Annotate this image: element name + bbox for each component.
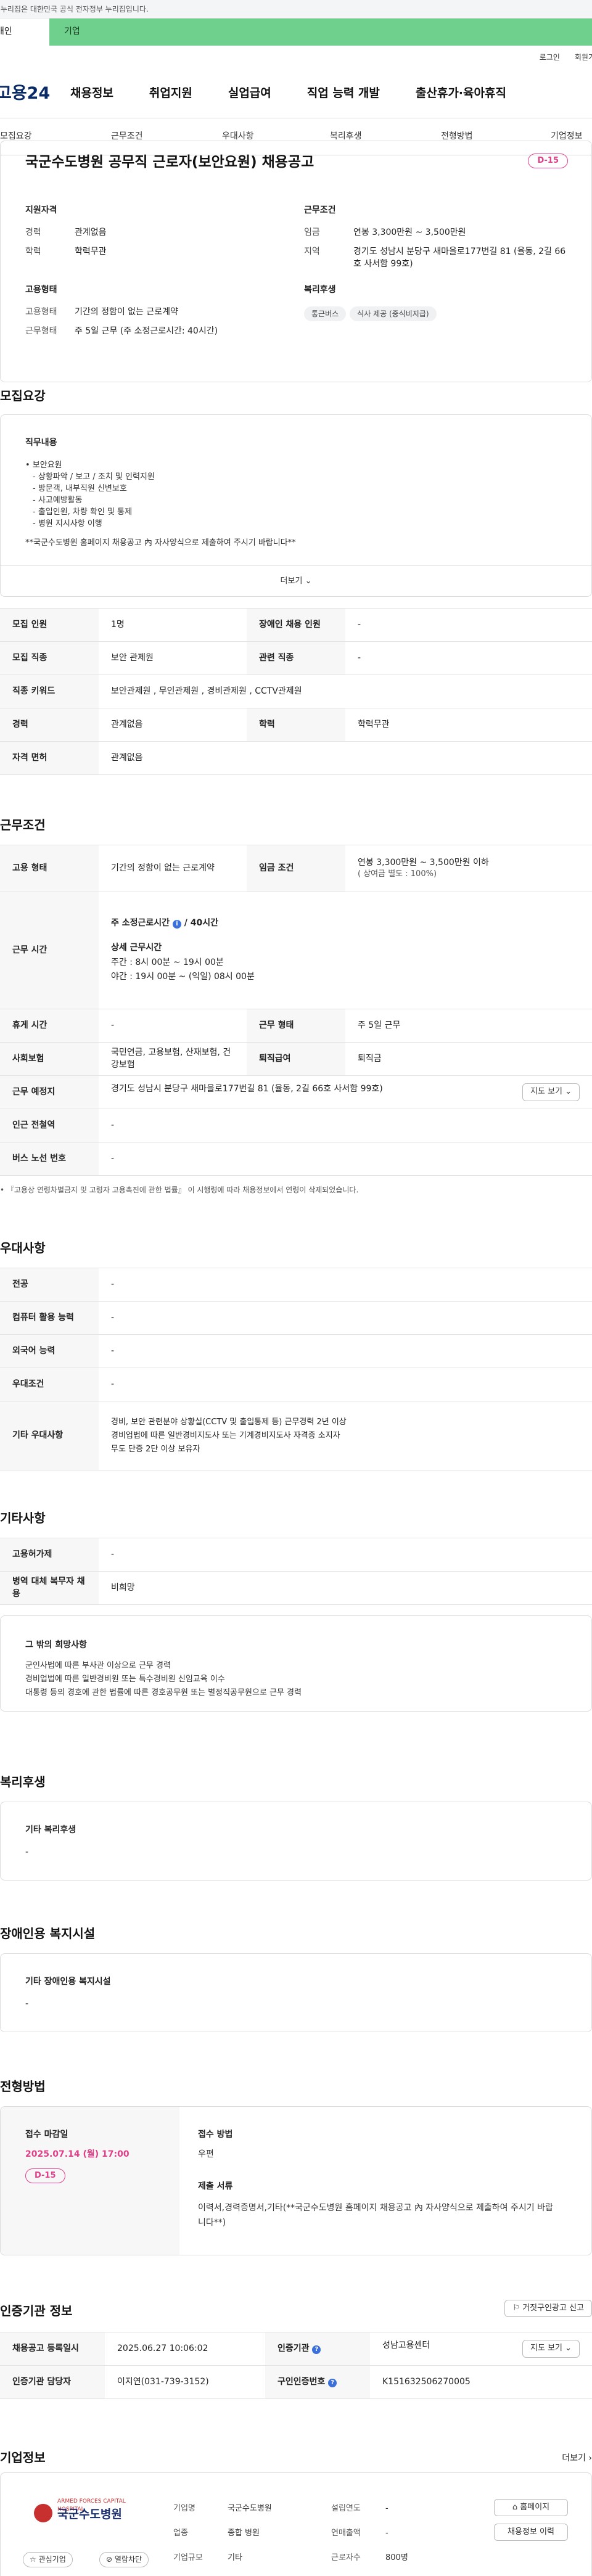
career-label: 경력 (25, 227, 41, 237)
process-dday-badge: D-15 (25, 2168, 65, 2184)
recruit-heading: 모집요강 (0, 388, 46, 403)
tab-company[interactable]: 기업 (49, 18, 80, 46)
gnb-item-employment-support[interactable]: 취업지원 (149, 85, 192, 102)
agency-map-button[interactable]: 지도 보기 ⌄ (522, 2340, 580, 2358)
welfare-box-value: - (25, 1847, 29, 1857)
process-heading: 전형방법 (0, 2079, 46, 2094)
interest-company-button[interactable]: ☆ 관심기업 (23, 2552, 73, 2567)
other-wishes-box: 그 밖의 희망사항 군인사법에 따른 부사관 이상으로 근무 경력 경비업법에 따… (0, 1615, 592, 1712)
method-value: 우편 (198, 2149, 214, 2159)
user-type-tabs: 개인 기업 (0, 18, 592, 46)
recruit-table: 모집 인원 1명 장애인 채용 인원 - 모집 직종 보안 관제원 관련 직종 - 직종 키… (0, 608, 592, 775)
welfare-box: 기타 복리후생 - (0, 1802, 592, 1881)
etc-table: 고용허가제 - 병역 대체 복무자 채용 비희망 (0, 1538, 592, 1605)
duty-box: 직무내용 • 보안요원 - 상황파악 / 보고 / 조치 및 인력지원 - 방문… (0, 414, 592, 597)
method-title: 접수 방법 (198, 2130, 233, 2139)
site-logo[interactable]: 고용24 (0, 82, 70, 105)
manager-table: 채용공고 등록일시 2025.06.27 10:06:02 인증기관 ? 성남고용센터… (0, 2332, 592, 2399)
other-wishes-title: 그 밖의 희망사항 (25, 1640, 87, 1650)
gnb-item-unemployment-benefit[interactable]: 실업급여 (228, 85, 271, 102)
company-info-col1: 기업명 국군수도병원 업종 종합 병원 기업규모 기타 (173, 2504, 272, 2562)
employment-type-block: 고용형태 고용형태 기간의 정함이 없는 근로계약 근무형태 주 5일 근무 (주 … (25, 284, 284, 345)
edu-label: 학력 (25, 247, 41, 257)
wage-label: 임금 (304, 227, 320, 237)
wage-value: 연봉 3,300만원 ~ 3,500만원 (353, 227, 466, 237)
disabled-box-title: 기타 장애인용 복지시설 (25, 1977, 111, 1987)
map-button[interactable]: 지도 보기 ⌄ (522, 1083, 580, 1101)
info-icon[interactable]: i (172, 920, 181, 929)
work-value: 주 5일 근무 (주 소정근로시간: 40시간) (75, 326, 218, 337)
preference-heading: 우대사항 (0, 1241, 46, 1255)
report-button[interactable]: ⚐ 거짓구인광고 신고 (504, 2300, 592, 2318)
qualification-block: 지원자격 경력 관계없음 학력 학력무관 (25, 205, 284, 266)
gnb-item-job-training[interactable]: 직업 능력 개발 (307, 85, 380, 102)
home-icon: ⌂ (512, 2503, 518, 2512)
more-button[interactable]: 더보기 ⌄ (1, 565, 591, 597)
homepage-button[interactable]: ⌂ 홈페이지 (494, 2499, 568, 2517)
duty-content: • 보안요원 - 상황파악 / 보고 / 조치 및 인력지원 - 방문객, 내부… (25, 461, 296, 548)
block-company-button[interactable]: ⊘ 열람차단 (99, 2552, 149, 2567)
process-box: 접수 마감일 2025.07.14 (월) 17:00 D-15 접수 방법 우… (0, 2106, 592, 2255)
career-value: 관계없음 (75, 227, 107, 237)
job-summary-card: 국군수도병원 공무직 근로자(보안요원) 채용공고 D-15 지원자격 경력 관계… (0, 141, 592, 382)
age-notice: • 『고용상 연령차별금지 및 고령자 고용촉진에 관한 법률』 이 시행령에 … (0, 1186, 359, 1194)
dday-badge: D-15 (528, 154, 568, 169)
tab-personal[interactable]: 개인 (0, 18, 49, 46)
employment-type-title: 고용형태 (25, 285, 57, 295)
company-box: ARMED FORCES CAPITAL HOSPITAL 국군수도병원 ☆ 관… (0, 2472, 592, 2576)
company-info-col2: 설립연도 - 연매출액 - 근로자수 800명 (331, 2504, 408, 2562)
welfare-heading: 복리후생 (0, 1774, 46, 1789)
utility-links: 로그인 회원가입 (0, 46, 592, 69)
gov-banner-text: 이 누리집은 대한민국 공식 전자정부 누리집입니다. (0, 5, 149, 14)
docs-value: 이력서,경력증명서,기타(**국군수도병원 홈페이지 채용공고 內 자사양식으로… (198, 2203, 553, 2228)
company-more-link[interactable]: 더보기 › (562, 2453, 592, 2465)
flag-icon: ⚐ (512, 2303, 520, 2313)
condition-block: 근무조건 임금 연봉 3,300만원 ~ 3,500만원 지역 경기도 성남시 분당… (304, 205, 569, 277)
condition-title: 근무조건 (304, 205, 336, 215)
disabled-box-value: - (25, 1999, 29, 2009)
info-icon[interactable]: ? (328, 2378, 337, 2387)
main-navigation: 고용24 채용정보 취업지원 실업급여 직업 능력 개발 출산휴가·육아휴직 (0, 69, 592, 118)
welfare-summary-title: 복리후생 (304, 285, 336, 295)
etc-heading: 기타사항 (0, 1511, 46, 1525)
deadline-title: 접수 마감일 (25, 2130, 68, 2139)
emp-label: 고용형태 (25, 306, 57, 317)
job-title: 국군수도병원 공무직 근로자(보안요원) 채용공고 (25, 154, 314, 170)
join-link[interactable]: 회원가입 (575, 52, 592, 63)
welfare-box-title: 기타 복리후생 (25, 1825, 76, 1835)
gov-banner: 이 누리집은 대한민국 공식 전자정부 누리집입니다. (0, 0, 592, 18)
disabled-box: 기타 장애인용 복지시설 - (0, 1953, 592, 2032)
job-history-button[interactable]: 채용정보 이력 (494, 2524, 568, 2541)
company-logo: ARMED FORCES CAPITAL HOSPITAL 국군수도병원 (25, 2495, 149, 2545)
region-label: 지역 (304, 247, 320, 257)
other-wishes-content: 군인사법에 따른 부사관 이상으로 근무 경력 경비업법에 따른 일반경비원 또는… (25, 1661, 302, 1697)
region-value: 경기도 성남시 분당구 새마을로177번길 81 (율동, 2길 66호 사서함… (353, 247, 566, 269)
welfare-summary-block: 복리후생 통근버스 식사 제공 (중식비지급) (304, 284, 569, 322)
emp-value: 기간의 정함이 없는 근로계약 (75, 306, 178, 317)
conditions-heading: 근무조건 (0, 818, 46, 832)
deadline-value: 2025.07.14 (월) 17:00 (25, 2149, 130, 2159)
gnb-item-jobs[interactable]: 채용정보 (70, 85, 113, 102)
preference-table: 전공 - 컴퓨터 활용 능력 - 외국어 능력 - 우대조건 - 기타 우대사항 경비, … (0, 1268, 592, 1471)
conditions-table: 고용 형태 기간의 정함이 없는 근로계약 임금 조건 연봉 3,300만원 ~ 3,… (0, 845, 592, 1176)
work-label: 근무형태 (25, 326, 57, 337)
qualification-title: 지원자격 (25, 205, 57, 215)
info-icon[interactable]: ? (312, 2345, 321, 2354)
login-link[interactable]: 로그인 (540, 52, 560, 63)
duty-title: 직무내용 (25, 438, 57, 448)
manager-heading: 인증기관 정보 (0, 2303, 73, 2318)
welfare-chip: 통근버스 (304, 306, 347, 322)
chevron-down-icon: ⌄ (305, 576, 312, 586)
gnb-menu: 채용정보 취업지원 실업급여 직업 능력 개발 출산휴가·육아휴직 (70, 85, 542, 102)
disabled-heading: 장애인용 복지시설 (0, 1926, 96, 1941)
gnb-item-parental-leave[interactable]: 출산휴가·육아휴직 (416, 85, 506, 102)
welfare-chip: 식사 제공 (중식비지급) (350, 306, 437, 322)
company-heading: 기업정보 (0, 2450, 46, 2465)
docs-title: 제출 서류 (198, 2181, 233, 2191)
edu-value: 학력무관 (75, 247, 107, 257)
